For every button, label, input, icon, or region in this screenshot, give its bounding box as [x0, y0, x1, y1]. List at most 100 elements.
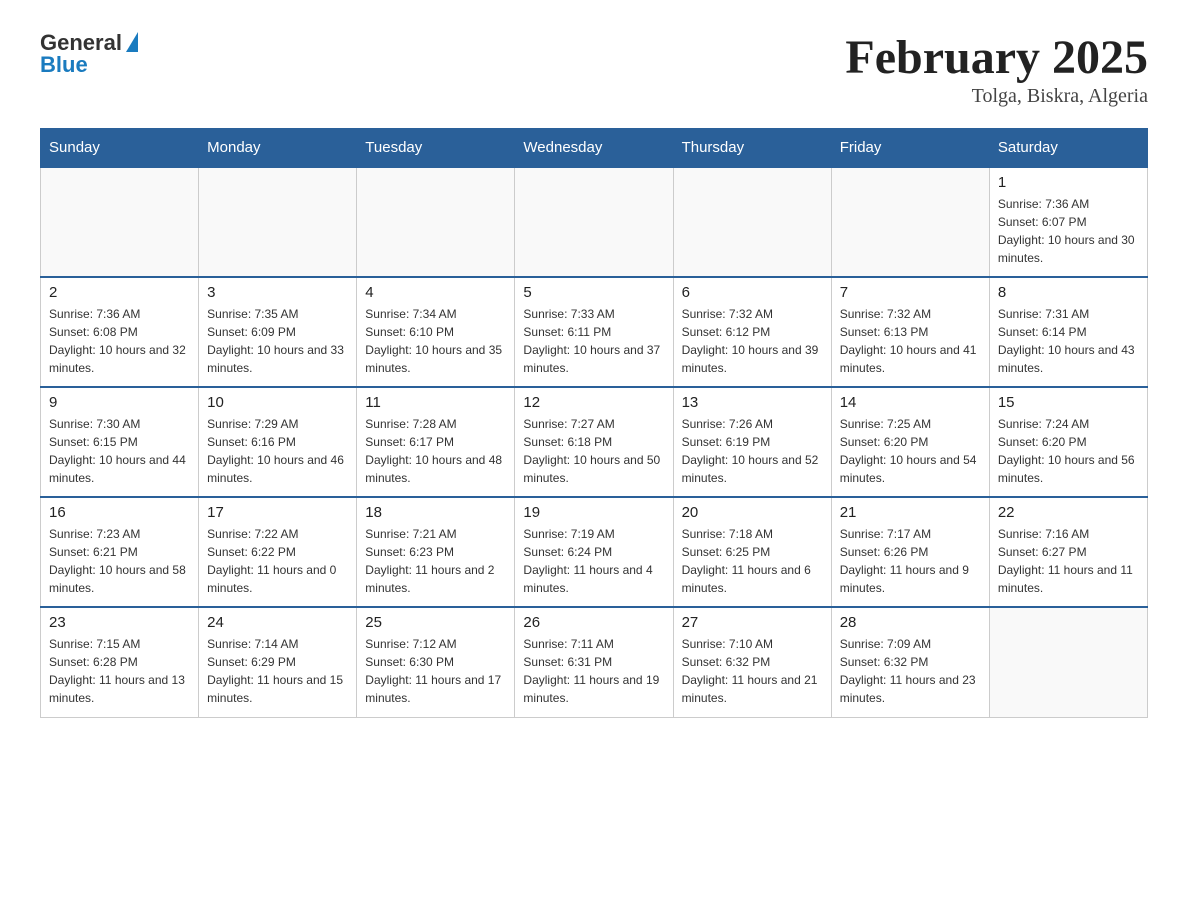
day-info: Sunrise: 7:31 AMSunset: 6:14 PMDaylight:…	[998, 305, 1139, 377]
calendar-cell: 28Sunrise: 7:09 AMSunset: 6:32 PMDayligh…	[831, 607, 989, 717]
day-info: Sunrise: 7:15 AMSunset: 6:28 PMDaylight:…	[49, 635, 190, 707]
day-info: Sunrise: 7:16 AMSunset: 6:27 PMDaylight:…	[998, 525, 1139, 597]
calendar-header-row: SundayMondayTuesdayWednesdayThursdayFrid…	[41, 129, 1148, 168]
day-number: 19	[523, 504, 664, 521]
day-number: 18	[365, 504, 506, 521]
day-number: 15	[998, 394, 1139, 411]
calendar-week-row: 23 Sunrise: 7:15 AMSunset: 6:28 PMDayligh…	[41, 607, 1148, 717]
calendar-title: February 2025	[845, 30, 1148, 85]
calendar-cell: 16Sunrise: 7:23 AMSunset: 6:21 PMDayligh…	[41, 497, 199, 607]
day-number: 25	[365, 614, 506, 631]
day-number: 21	[840, 504, 981, 521]
day-number: 22	[998, 504, 1139, 521]
calendar-cell: 2Sunrise: 7:36 AMSunset: 6:08 PMDaylight…	[41, 277, 199, 387]
day-number: 13	[682, 394, 823, 411]
day-number: 11	[365, 394, 506, 411]
calendar-cell	[41, 167, 199, 277]
day-info: Sunrise: 7:12 AMSunset: 6:30 PMDaylight:…	[365, 635, 506, 707]
calendar-cell: 15 Sunrise: 7:24 AMSunset: 6:20 PMDayligh…	[989, 387, 1147, 497]
title-block: February 2025 Tolga, Biskra, Algeria	[845, 30, 1148, 108]
calendar-week-row: 9 Sunrise: 7:30 AMSunset: 6:15 PMDaylight…	[41, 387, 1148, 497]
day-number: 4	[365, 284, 506, 301]
day-number: 17	[207, 504, 348, 521]
day-number: 1	[998, 174, 1139, 191]
calendar-header-saturday: Saturday	[989, 129, 1147, 168]
calendar-header-monday: Monday	[199, 129, 357, 168]
day-info: Sunrise: 7:25 AMSunset: 6:20 PMDaylight:…	[840, 415, 981, 487]
day-info: Sunrise: 7:17 AMSunset: 6:26 PMDaylight:…	[840, 525, 981, 597]
day-info: Sunrise: 7:18 AMSunset: 6:25 PMDaylight:…	[682, 525, 823, 597]
day-number: 2	[49, 284, 190, 301]
day-number: 20	[682, 504, 823, 521]
calendar-cell	[515, 167, 673, 277]
calendar-header-thursday: Thursday	[673, 129, 831, 168]
calendar-cell: 3 Sunrise: 7:35 AMSunset: 6:09 PMDaylight…	[199, 277, 357, 387]
calendar-week-row: 1 Sunrise: 7:36 AMSunset: 6:07 PMDaylight…	[41, 167, 1148, 277]
calendar-cell: 21 Sunrise: 7:17 AMSunset: 6:26 PMDayligh…	[831, 497, 989, 607]
day-info: Sunrise: 7:21 AMSunset: 6:23 PMDaylight:…	[365, 525, 506, 597]
day-number: 28	[840, 614, 981, 631]
day-number: 8	[998, 284, 1139, 301]
day-number: 14	[840, 394, 981, 411]
calendar-cell: 22 Sunrise: 7:16 AMSunset: 6:27 PMDayligh…	[989, 497, 1147, 607]
day-number: 6	[682, 284, 823, 301]
logo-blue-text: Blue	[40, 52, 88, 78]
day-info: Sunrise: 7:34 AMSunset: 6:10 PMDaylight:…	[365, 305, 506, 377]
day-number: 9	[49, 394, 190, 411]
day-info: Sunrise: 7:35 AMSunset: 6:09 PMDaylight:…	[207, 305, 348, 377]
calendar-cell	[989, 607, 1147, 717]
day-number: 16	[49, 504, 190, 521]
calendar-cell: 10 Sunrise: 7:29 AMSunset: 6:16 PMDayligh…	[199, 387, 357, 497]
calendar-cell: 6 Sunrise: 7:32 AMSunset: 6:12 PMDaylight…	[673, 277, 831, 387]
calendar-cell: 7 Sunrise: 7:32 AMSunset: 6:13 PMDaylight…	[831, 277, 989, 387]
calendar-cell	[673, 167, 831, 277]
calendar-subtitle: Tolga, Biskra, Algeria	[845, 85, 1148, 108]
calendar-week-row: 2Sunrise: 7:36 AMSunset: 6:08 PMDaylight…	[41, 277, 1148, 387]
calendar-cell: 9 Sunrise: 7:30 AMSunset: 6:15 PMDaylight…	[41, 387, 199, 497]
calendar-week-row: 16Sunrise: 7:23 AMSunset: 6:21 PMDayligh…	[41, 497, 1148, 607]
calendar-cell: 14 Sunrise: 7:25 AMSunset: 6:20 PMDayligh…	[831, 387, 989, 497]
calendar-cell: 24 Sunrise: 7:14 AMSunset: 6:29 PMDayligh…	[199, 607, 357, 717]
day-info: Sunrise: 7:24 AMSunset: 6:20 PMDaylight:…	[998, 415, 1139, 487]
day-info: Sunrise: 7:28 AMSunset: 6:17 PMDaylight:…	[365, 415, 506, 487]
calendar-cell: 25 Sunrise: 7:12 AMSunset: 6:30 PMDayligh…	[357, 607, 515, 717]
day-info: Sunrise: 7:11 AMSunset: 6:31 PMDaylight:…	[523, 635, 664, 707]
calendar-cell	[199, 167, 357, 277]
day-number: 24	[207, 614, 348, 631]
day-number: 7	[840, 284, 981, 301]
calendar-cell: 17 Sunrise: 7:22 AMSunset: 6:22 PMDayligh…	[199, 497, 357, 607]
calendar-header-wednesday: Wednesday	[515, 129, 673, 168]
calendar-cell: 12Sunrise: 7:27 AMSunset: 6:18 PMDayligh…	[515, 387, 673, 497]
calendar-cell: 20 Sunrise: 7:18 AMSunset: 6:25 PMDayligh…	[673, 497, 831, 607]
calendar-table: SundayMondayTuesdayWednesdayThursdayFrid…	[40, 128, 1148, 718]
calendar-header-tuesday: Tuesday	[357, 129, 515, 168]
logo-triangle-icon	[126, 32, 138, 52]
day-info: Sunrise: 7:26 AMSunset: 6:19 PMDaylight:…	[682, 415, 823, 487]
calendar-cell: 18 Sunrise: 7:21 AMSunset: 6:23 PMDayligh…	[357, 497, 515, 607]
day-number: 3	[207, 284, 348, 301]
day-number: 5	[523, 284, 664, 301]
day-info: Sunrise: 7:29 AMSunset: 6:16 PMDaylight:…	[207, 415, 348, 487]
day-number: 10	[207, 394, 348, 411]
calendar-header-friday: Friday	[831, 129, 989, 168]
calendar-header-sunday: Sunday	[41, 129, 199, 168]
day-number: 23	[49, 614, 190, 631]
day-info: Sunrise: 7:27 AMSunset: 6:18 PMDaylight:…	[523, 415, 664, 487]
day-info: Sunrise: 7:19 AMSunset: 6:24 PMDaylight:…	[523, 525, 664, 597]
day-number: 27	[682, 614, 823, 631]
calendar-cell: 23 Sunrise: 7:15 AMSunset: 6:28 PMDayligh…	[41, 607, 199, 717]
day-number: 26	[523, 614, 664, 631]
calendar-cell: 4 Sunrise: 7:34 AMSunset: 6:10 PMDaylight…	[357, 277, 515, 387]
day-info: Sunrise: 7:32 AMSunset: 6:12 PMDaylight:…	[682, 305, 823, 377]
calendar-cell	[831, 167, 989, 277]
page-header: General Blue February 2025 Tolga, Biskra…	[40, 30, 1148, 108]
calendar-cell: 5Sunrise: 7:33 AMSunset: 6:11 PMDaylight…	[515, 277, 673, 387]
day-info: Sunrise: 7:32 AMSunset: 6:13 PMDaylight:…	[840, 305, 981, 377]
day-info: Sunrise: 7:22 AMSunset: 6:22 PMDaylight:…	[207, 525, 348, 597]
day-info: Sunrise: 7:36 AMSunset: 6:07 PMDaylight:…	[998, 195, 1139, 267]
calendar-cell: 8 Sunrise: 7:31 AMSunset: 6:14 PMDaylight…	[989, 277, 1147, 387]
day-info: Sunrise: 7:14 AMSunset: 6:29 PMDaylight:…	[207, 635, 348, 707]
calendar-cell: 26 Sunrise: 7:11 AMSunset: 6:31 PMDayligh…	[515, 607, 673, 717]
calendar-cell: 27Sunrise: 7:10 AMSunset: 6:32 PMDayligh…	[673, 607, 831, 717]
day-info: Sunrise: 7:30 AMSunset: 6:15 PMDaylight:…	[49, 415, 190, 487]
